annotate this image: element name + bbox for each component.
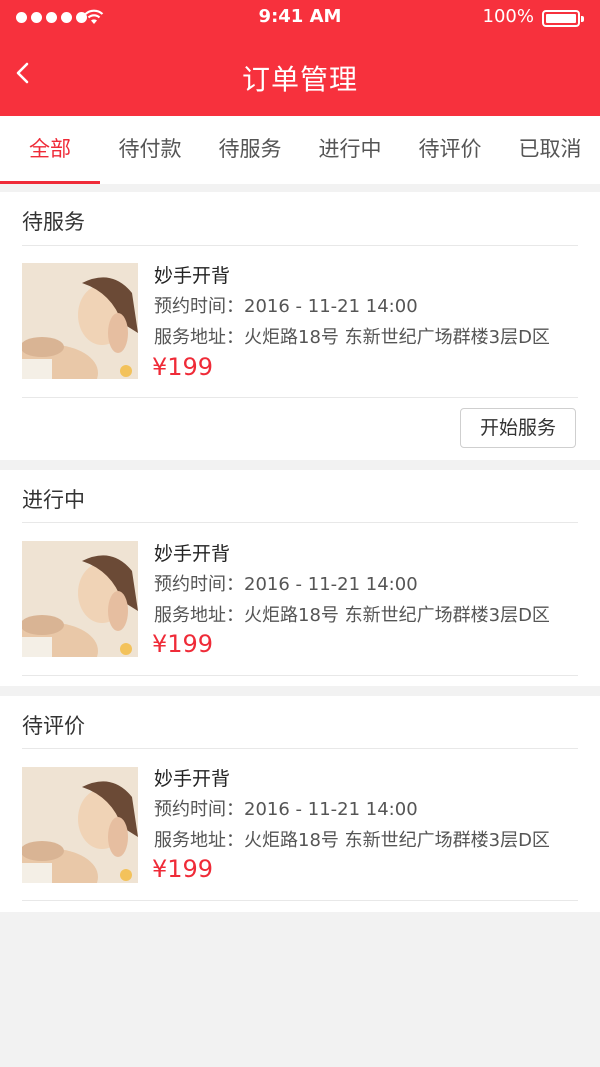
- divider: [22, 397, 578, 398]
- battery-percent: 100%: [482, 6, 534, 27]
- service-thumbnail[interactable]: [22, 767, 138, 883]
- order-status: 待服务: [22, 210, 85, 234]
- tab-cancelled[interactable]: 已取消: [500, 116, 600, 184]
- order-price: ¥199: [152, 630, 214, 658]
- start-service-button[interactable]: 开始服务: [460, 408, 576, 448]
- order-card: 待评价 妙手开背 预约时间：2016 - 11-21 14:00 服务地址：火炬…: [0, 696, 600, 912]
- order-price: ¥199: [152, 353, 214, 381]
- tab-pending-review[interactable]: 待评价: [400, 116, 500, 184]
- order-status: 待评价: [22, 714, 85, 738]
- appointment-time: 预约时间：2016 - 11-21 14:00: [154, 296, 418, 317]
- service-thumbnail[interactable]: [22, 263, 138, 379]
- order-card: 进行中 妙手开背 预约时间：2016 - 11-21 14:00 服务地址：火炬…: [0, 470, 600, 686]
- service-address: 服务地址：火炬路18号 东新世纪广场群楼3层D区: [154, 327, 550, 348]
- tab-all[interactable]: 全部: [0, 116, 100, 184]
- order-price: ¥199: [152, 855, 214, 883]
- tab-pending-service[interactable]: 待服务: [200, 116, 300, 184]
- service-name: 妙手开背: [154, 543, 231, 565]
- tab-pending-payment[interactable]: 待付款: [100, 116, 200, 184]
- service-address: 服务地址：火炬路18号 东新世纪广场群楼3层D区: [154, 605, 550, 626]
- order-tabs: 全部 待付款 待服务 进行中 待评价 已取消: [0, 116, 600, 184]
- divider: [22, 245, 578, 246]
- service-address: 服务地址：火炬路18号 东新世纪广场群楼3层D区: [154, 830, 550, 851]
- service-thumbnail[interactable]: [22, 541, 138, 657]
- appointment-time: 预约时间：2016 - 11-21 14:00: [154, 799, 418, 820]
- order-card: 待服务 妙手开背 预约时间：2016 - 11-21 14:00 服务地址：火炬…: [0, 192, 600, 460]
- tab-in-progress[interactable]: 进行中: [300, 116, 400, 184]
- battery-icon: [542, 10, 584, 27]
- divider: [22, 522, 578, 523]
- appointment-time: 预约时间：2016 - 11-21 14:00: [154, 574, 418, 595]
- divider: [22, 748, 578, 749]
- status-bar: 9:41 AM 100%: [0, 0, 600, 36]
- service-name: 妙手开背: [154, 768, 231, 790]
- header: 9:41 AM 100% 订单管理: [0, 0, 600, 116]
- divider: [22, 675, 578, 676]
- service-name: 妙手开背: [154, 265, 231, 287]
- page-title: 订单管理: [241, 63, 358, 96]
- order-status: 进行中: [22, 488, 85, 512]
- divider: [22, 900, 578, 901]
